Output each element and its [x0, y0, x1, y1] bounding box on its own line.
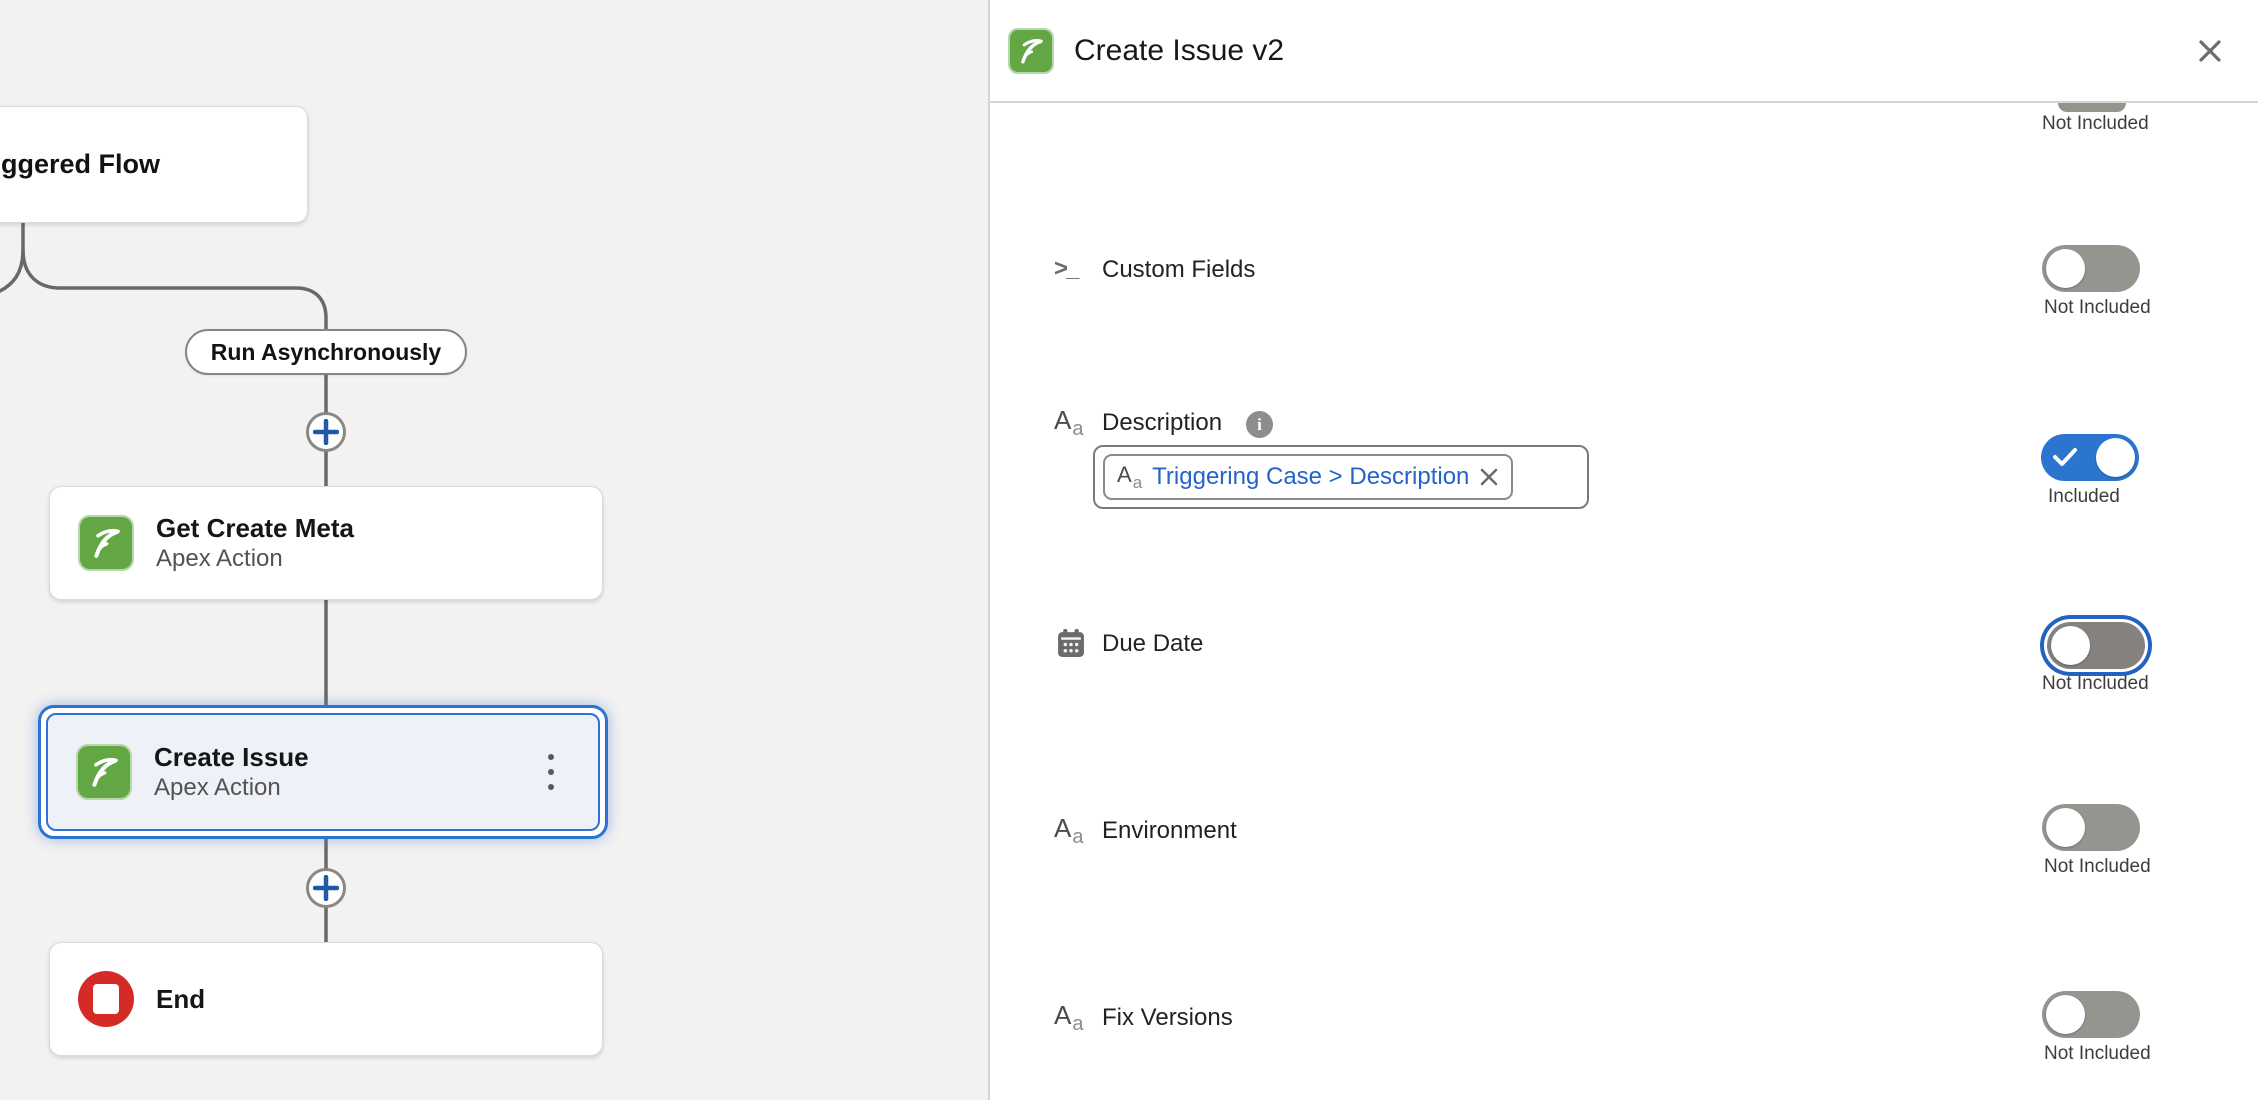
field-label-fix-versions: Fix Versions — [1102, 1003, 1233, 1033]
panel-header: Create Issue v2 — [990, 0, 2258, 103]
apex-action-icon — [1008, 28, 1054, 74]
toggle-status: Not Included — [2042, 113, 2149, 135]
toggle-status: Not Included — [2042, 673, 2149, 695]
text-aa-icon: Aa — [1054, 1000, 1084, 1030]
info-icon[interactable]: i — [1246, 411, 1273, 438]
resource-pill-label: Triggering Case > Description — [1152, 463, 1469, 491]
partial-toggle[interactable] — [2058, 103, 2126, 112]
field-label-environment: Environment — [1102, 816, 1237, 846]
add-element-button[interactable] — [306, 868, 346, 908]
node-get-create-meta[interactable]: Get Create Meta Apex Action — [49, 486, 603, 600]
node-create-issue[interactable]: Create Issue Apex Action — [46, 713, 600, 831]
trigger-node-label: ggered Flow — [1, 107, 160, 222]
text-aa-icon: Aa — [1054, 813, 1084, 843]
text-aa-icon: Aa — [1117, 462, 1142, 493]
node-subtitle: Apex Action — [156, 546, 354, 572]
close-panel-button[interactable] — [2188, 29, 2232, 73]
toggle-due-date[interactable] — [2047, 622, 2145, 669]
node-title: End — [156, 985, 205, 1013]
plus-icon — [313, 419, 339, 445]
field-label-custom-fields: Custom Fields — [1102, 255, 1255, 285]
node-create-issue-selected[interactable]: Create Issue Apex Action — [38, 705, 608, 839]
apex-action-icon — [78, 515, 134, 571]
toggle-fix-versions[interactable] — [2042, 991, 2140, 1038]
node-title: Create Issue — [154, 743, 309, 771]
close-icon — [2196, 37, 2224, 65]
run-asynchronously-label: Run Asynchronously — [211, 339, 441, 366]
node-subtitle: Apex Action — [154, 775, 309, 801]
toggle-status: Not Included — [2044, 297, 2151, 319]
check-icon — [2053, 447, 2077, 467]
trigger-node[interactable]: ggered Flow — [0, 106, 308, 223]
create-issue-panel: Create Issue v2 Not Included >_ Custom F… — [990, 0, 2258, 1100]
panel-body: Not Included >_ Custom Fields Not Includ… — [990, 103, 2258, 1100]
flow-builder-screen: ggered Flow Run Asynchronously Get Creat… — [0, 0, 2258, 1100]
terminal-prompt-icon: >_ — [1054, 255, 1084, 285]
calendar-icon — [1056, 628, 1086, 658]
run-asynchronously-badge[interactable]: Run Asynchronously — [185, 329, 467, 375]
field-label-due-date: Due Date — [1102, 629, 1203, 659]
apex-action-icon — [76, 744, 132, 800]
node-end[interactable]: End — [49, 942, 603, 1056]
toggle-environment[interactable] — [2042, 804, 2140, 851]
node-title: Get Create Meta — [156, 514, 354, 542]
plus-icon — [313, 875, 339, 901]
flow-canvas[interactable]: ggered Flow Run Asynchronously Get Creat… — [0, 0, 990, 1100]
description-resource-input[interactable]: Aa Triggering Case > Description — [1093, 445, 1589, 509]
add-element-button[interactable] — [306, 412, 346, 452]
toggle-description[interactable] — [2041, 434, 2139, 481]
end-stop-icon — [78, 971, 134, 1027]
text-aa-icon: Aa — [1054, 405, 1084, 435]
node-menu-kebab-icon[interactable] — [548, 754, 554, 790]
toggle-status: Included — [2048, 486, 2120, 508]
toggle-status: Not Included — [2044, 1043, 2151, 1065]
toggle-status: Not Included — [2044, 856, 2151, 878]
field-label-description: Description — [1102, 408, 1222, 438]
panel-title: Create Issue v2 — [1074, 34, 2168, 68]
resource-pill[interactable]: Aa Triggering Case > Description — [1103, 454, 1513, 500]
remove-resource-icon[interactable] — [1479, 467, 1499, 487]
toggle-custom-fields[interactable] — [2042, 245, 2140, 292]
